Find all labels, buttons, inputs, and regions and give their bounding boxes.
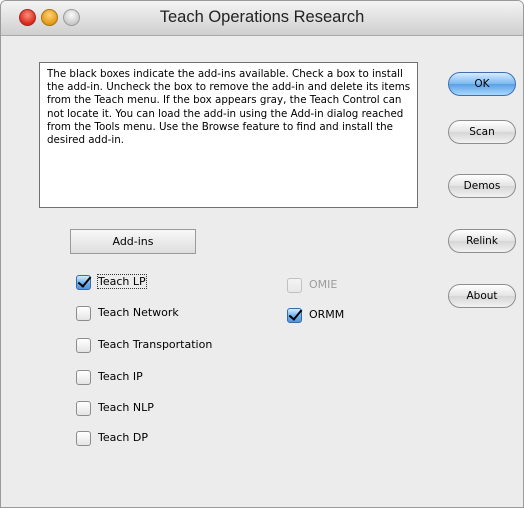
window-title: Teach Operations Research bbox=[159, 8, 365, 26]
checkbox-unchecked-icon[interactable] bbox=[76, 370, 91, 385]
checkbox-label: Teach Transportation bbox=[98, 338, 213, 351]
checkbox-label: Teach Network bbox=[98, 306, 179, 319]
checkbox-label: OMIE bbox=[309, 278, 338, 291]
checkbox-disabled-icon bbox=[287, 278, 302, 293]
checkbox-checked-icon[interactable] bbox=[287, 308, 302, 323]
relink-button[interactable]: Relink bbox=[448, 229, 516, 253]
checkbox-unchecked-icon[interactable] bbox=[76, 306, 91, 321]
checkbox-unchecked-icon[interactable] bbox=[76, 401, 91, 416]
checkbox-label: Teach IP bbox=[98, 370, 143, 383]
title-bar[interactable]: Teach Operations Research bbox=[1, 1, 523, 36]
checkbox-label: Teach DP bbox=[98, 431, 148, 444]
checkbox-unchecked-icon[interactable] bbox=[76, 431, 91, 446]
scan-button[interactable]: Scan bbox=[448, 120, 516, 144]
checkbox-checked-icon[interactable] bbox=[76, 275, 91, 290]
checkbox-label: Teach NLP bbox=[98, 401, 154, 414]
addins-header: Add-ins bbox=[70, 229, 196, 254]
checkbox-unchecked-icon[interactable] bbox=[76, 338, 91, 353]
checkbox-label: ORMM bbox=[309, 308, 345, 321]
ok-button[interactable]: OK bbox=[448, 72, 516, 96]
about-button[interactable]: About bbox=[448, 284, 516, 308]
description-text: The black boxes indicate the add-ins ava… bbox=[39, 62, 418, 208]
demos-button[interactable]: Demos bbox=[448, 174, 516, 198]
dialog-window: Teach Operations Research The black boxe… bbox=[0, 0, 524, 508]
checkbox-label: Teach LP bbox=[97, 274, 147, 289]
